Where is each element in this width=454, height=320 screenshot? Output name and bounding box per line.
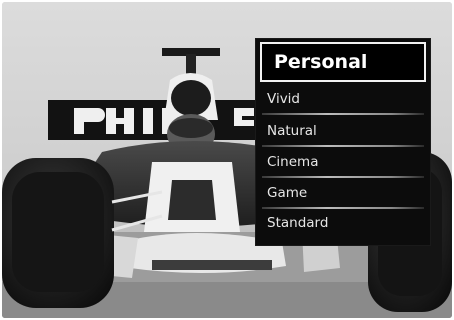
menu-item-label: Standard [267, 215, 329, 231]
menu-separator [262, 176, 424, 178]
menu-item-game[interactable]: Game [262, 179, 424, 209]
menu-item-label: Natural [267, 123, 317, 139]
tv-screen: Personal Vivid Natural Cinema Game Stand… [2, 2, 452, 318]
menu-item-natural[interactable]: Natural [262, 117, 424, 147]
picture-preset-menu: Personal Vivid Natural Cinema Game Stand… [256, 39, 430, 245]
menu-separator [262, 113, 424, 115]
menu-item-label: Cinema [267, 154, 319, 170]
menu-item-standard[interactable]: Standard [262, 209, 424, 237]
menu-item-vivid[interactable]: Vivid [262, 85, 424, 115]
menu-item-label: Game [267, 185, 308, 201]
menu-separator [262, 145, 424, 147]
menu-item-label: Vivid [267, 91, 300, 107]
menu-item-cinema[interactable]: Cinema [262, 148, 424, 178]
menu-item-selected[interactable]: Personal [260, 42, 426, 82]
